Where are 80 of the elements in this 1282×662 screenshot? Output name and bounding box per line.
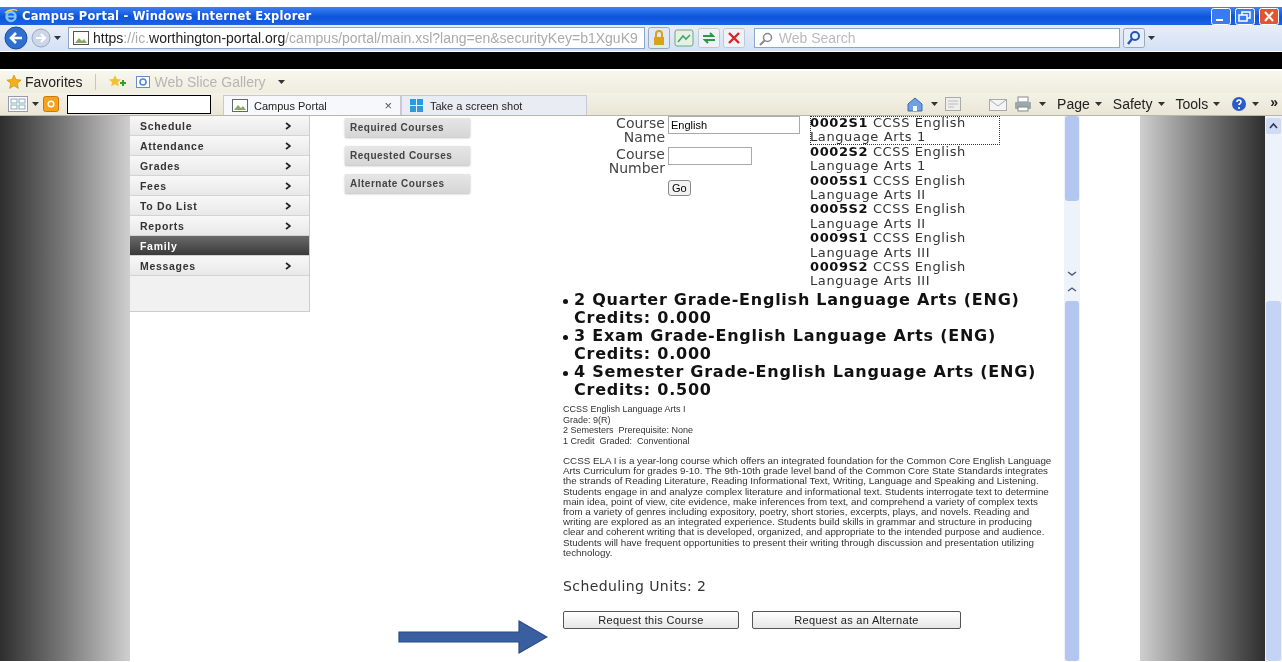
course-list-button[interactable]: Required Courses — [345, 118, 470, 137]
back-icon[interactable] — [4, 26, 28, 50]
help-icon — [1231, 96, 1248, 112]
minimize-icon[interactable] — [1211, 7, 1231, 25]
course-info-line: Grade: 9(R) — [563, 414, 611, 425]
caret-icon[interactable] — [54, 36, 61, 40]
menu-button[interactable]: Tools — [1175, 96, 1221, 112]
grading-task: 4 Semester Grade-English Language Arts (ENG) Credits: 0.500 — [574, 363, 1038, 399]
windows-logo-icon — [410, 98, 424, 113]
grading-task: 3 Exam Grade-English Language Arts (ENG) Credits: 0.000 — [574, 327, 997, 363]
course-info-line: CCSS English Language Arts I — [563, 404, 686, 415]
caret-icon[interactable] — [32, 102, 39, 106]
sidebar-item[interactable]: Schedule — [130, 116, 309, 136]
bullet-icon — [563, 335, 568, 340]
caret-icon[interactable] — [1039, 102, 1047, 106]
caret-icon[interactable] — [277, 80, 285, 84]
caret-icon — [1157, 102, 1165, 106]
request-button[interactable]: Request this Course — [563, 611, 739, 630]
course-option[interactable]: 0005S1 CCSS English Language Arts II — [810, 173, 1000, 203]
caret-icon — [1213, 102, 1221, 106]
browser-tab[interactable]: Campus Portal × — [223, 95, 401, 115]
menu-button[interactable]: Page — [1057, 96, 1102, 112]
stop-icon[interactable] — [722, 28, 745, 48]
caret-icon — [1094, 102, 1102, 106]
course-list-button[interactable]: Requested Courses — [345, 146, 470, 165]
caret-icon[interactable] — [1147, 36, 1155, 40]
sidebar-item[interactable]: Fees — [130, 176, 309, 196]
favorites-button[interactable]: Favorites — [6, 74, 83, 90]
mail-icon[interactable] — [989, 97, 1008, 111]
scrollbar[interactable] — [1265, 116, 1282, 661]
compatibility-icon[interactable] — [672, 28, 695, 48]
field-label: Course Number — [607, 147, 665, 175]
home-icon[interactable] — [906, 96, 925, 112]
course-description: CCSS ELA I is a year-long course which offers an integrated foundation for the Common Core English Language Arts Curriculum for grades 9-10. The 9th-10th grade level band of the Common Core State Standards integrates the strands of Reading Literature, Reading Informational Text, Writing, Language and Speaking and Listening. Students engage in and analyze complex literature and informational text. Students interrogate text to determine main idea, point of view, cite evidence, make inferences from text, and comprehend a variety of complex texts from a variety of genres including expository, poetry, short stories, excerpts, plays, and novels. Reading and writing are explored as an integrated experience. Students build skills in grammar and structure in producing clear and coherent writing that is developed, organized, and appropriate to the intended purpose and audience. Students will have frequent opportunities to present their writing through discussion and presentation utilizing technology. — [563, 456, 1053, 559]
sidebar-item[interactable]: Attendance — [130, 136, 309, 156]
page-icon — [73, 31, 89, 45]
course-option[interactable]: 0002S2 CCSS English Language Arts 1 — [810, 144, 1000, 174]
search-field[interactable]: Web Search — [753, 28, 1120, 48]
browser-tab[interactable]: Take a screen shot — [401, 95, 587, 115]
sidebar-item[interactable]: Messages — [130, 256, 309, 276]
text-field[interactable] — [668, 147, 752, 165]
feeds-icon[interactable] — [945, 97, 962, 111]
course-list-button[interactable]: Alternate Courses — [345, 174, 470, 193]
scrollbar[interactable] — [1064, 116, 1080, 661]
sidebar-item[interactable]: Family — [130, 236, 309, 256]
sidebar-item[interactable]: To Do List — [130, 196, 309, 216]
tab-close-button[interactable]: × — [384, 98, 392, 113]
menu-button[interactable]: Safety — [1112, 96, 1165, 112]
bullet-icon — [563, 371, 568, 376]
bullet-icon — [563, 299, 568, 304]
address-field[interactable]: https://ic.worthington-portal.org/campus/portal/main.xsl?lang=en&securityKey=b1XguK9 — [68, 27, 645, 49]
text-field[interactable]: English — [668, 116, 800, 134]
scheduling-units: Scheduling Units: 2 — [563, 578, 707, 595]
browser-page-icon — [135, 75, 150, 89]
course-option[interactable]: 0002S1 CCSS English Language Arts 1 — [810, 116, 1000, 145]
sidebar-item[interactable]: Grades — [130, 156, 309, 176]
course-option[interactable]: 0005S2 CCSS English Language Arts II — [810, 202, 1000, 232]
help-menu-button[interactable] — [1231, 96, 1260, 112]
caret-icon[interactable] — [931, 102, 939, 106]
star-icon — [6, 74, 22, 90]
caret-icon — [1252, 102, 1260, 106]
search-icon — [758, 32, 773, 46]
go-button[interactable]: Go — [668, 180, 691, 196]
grading-task: 2 Quarter Grade-English Language Arts (ENG) Credits: 0.000 — [574, 291, 1021, 327]
overflow-button[interactable]: » — [1270, 94, 1278, 110]
course-option[interactable]: 0009S1 CCSS English Language Arts III — [810, 231, 1000, 261]
search-button-icon[interactable] — [1122, 28, 1145, 48]
restore-icon[interactable] — [1235, 7, 1255, 25]
sidebar-item[interactable]: Reports — [130, 216, 309, 236]
window-title: Campus Portal - Windows Internet Explorer — [22, 9, 312, 23]
close-icon[interactable] — [1259, 7, 1279, 25]
course-info-line: 1 Credit Graded: Conventional — [563, 435, 690, 446]
print-icon[interactable] — [1014, 96, 1033, 112]
refresh-icon[interactable] — [697, 28, 720, 48]
course-option[interactable]: 0009S2 CCSS English Language Arts III — [810, 260, 1000, 289]
course-info-line: 2 Semesters Prerequisite: None — [563, 425, 694, 436]
field-label: Course Name — [615, 116, 665, 144]
page-icon — [232, 99, 248, 112]
request-button[interactable]: Request as an Alternate — [752, 611, 961, 630]
browser-logo-icon — [4, 9, 18, 23]
